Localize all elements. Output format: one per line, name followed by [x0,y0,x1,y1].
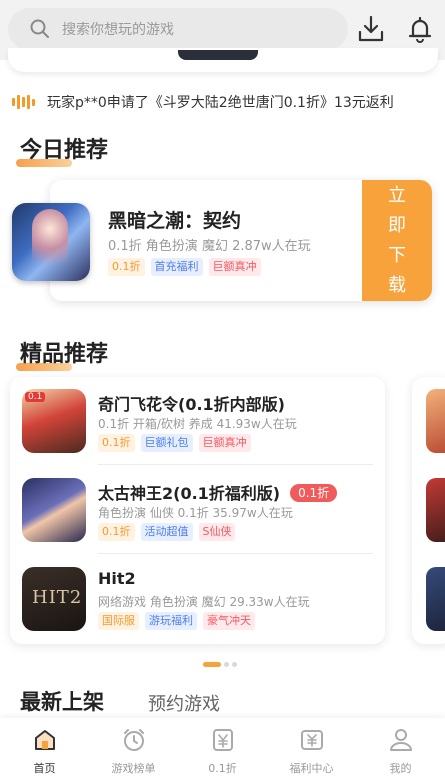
nav-label: 游戏榜单 [111,762,156,775]
game-name: 奇门飞花令(0.1折内部版) [98,395,285,414]
game-tags: 0.1折 巨额礼包 巨额真冲 [98,434,251,452]
nav-item-rankings[interactable]: 游戏榜单 [89,718,178,780]
list-item[interactable]: 0.1 奇门飞花令(0.1折内部版) 0.1折 开箱/砍树 养成 41.93w人… [10,377,385,465]
game-icon: HIT2 [22,567,86,631]
search-placeholder: 搜索你想玩的游戏 [62,22,174,38]
tag: 0.1折 [108,258,145,276]
game-tags: 0.1折 首充福利 巨额真冲 [108,258,261,276]
download-icon[interactable] [354,12,388,46]
game-tags: 国际服 游玩福利 豪气冲天 [98,612,255,630]
banner-carousel[interactable] [8,48,438,72]
nav-item-discount[interactable]: 0.1折 [178,718,267,780]
tag: 巨额真冲 [198,434,251,452]
ticker-text: 玩家p**0申请了《斗罗大陆2绝世唐门0.1折》13元返利 [47,95,394,111]
tab-preorder[interactable]: 预约游戏 [148,690,220,716]
tag: 活动超值 [140,523,193,541]
carousel-indicator [203,662,237,667]
tag: S仙侠 [198,523,236,541]
search-bar[interactable]: 搜索你想玩的游戏 [8,8,348,50]
announcement-ticker[interactable]: 玩家p**0申请了《斗罗大陆2绝世唐门0.1折》13元返利 [12,90,394,114]
tag: 0.1折 [98,434,135,452]
tag: 游玩福利 [145,612,197,630]
alarm-clock-icon [120,726,148,754]
bell-icon[interactable] [403,12,437,46]
today-recommend-title: 今日推荐 [16,132,108,167]
boutique-card: 0.1 奇门飞花令(0.1折内部版) 0.1折 开箱/砍树 养成 41.93w人… [10,377,385,644]
nav-label: 我的 [389,762,412,775]
user-icon [387,726,415,754]
list-item[interactable]: 太古神王2(0.1折福利版) 0.1折 角色扮演 仙侠 0.1折 35.97w人在… [10,466,385,554]
game-icon: 0.1 [22,389,86,453]
search-icon [28,17,52,41]
sound-bars-icon [12,95,35,109]
game-name: 黑暗之潮：契约 [108,210,242,232]
tag: 巨额真冲 [208,258,261,276]
game-meta: 0.1折 角色扮演 魔幻 2.87w人在玩 [108,239,311,254]
bottom-nav: 首页 游戏榜单 0.1折 福利中心 我的 [0,718,445,780]
tag: 豪气冲天 [203,612,255,630]
game-meta: 角色扮演 仙侠 0.1折 35.97w人在玩 [98,506,293,520]
nav-label: 首页 [33,762,56,775]
download-now-button[interactable]: 立 即 下 载 [362,180,432,301]
nav-label: 0.1折 [208,762,237,775]
game-name: Hit2 [98,569,136,588]
list-item[interactable]: HIT2 Hit2 网络游戏 角色扮演 魔幻 29.33w人在玩 国际服 游玩福… [10,555,385,643]
game-icon [22,478,86,542]
yuan-coin-icon [209,726,237,754]
welfare-icon [298,726,326,754]
game-tags: 0.1折 活动超值 S仙侠 [98,523,236,541]
next-boutique-card[interactable] [412,377,445,644]
nav-label: 福利中心 [289,762,334,775]
today-game-card[interactable]: 黑暗之潮：契约 0.1折 角色扮演 魔幻 2.87w人在玩 0.1折 首充福利 … [50,180,432,301]
discount-badge: 0.1折 [290,484,338,502]
boutique-recommend-title: 精品推荐 [16,336,108,371]
home-icon [31,726,59,754]
game-meta: 0.1折 开箱/砍树 养成 41.93w人在玩 [98,417,297,431]
tag: 巨额礼包 [140,434,193,452]
tab-newest[interactable]: 最新上架 [20,686,104,716]
nav-item-mine[interactable]: 我的 [356,718,445,780]
game-name: 太古神王2(0.1折福利版) 0.1折 [98,480,338,504]
tag: 国际服 [98,612,139,630]
game-icon[interactable] [12,203,90,281]
tag: 0.1折 [98,523,135,541]
tag: 首充福利 [150,258,203,276]
nav-item-home[interactable]: 首页 [0,718,89,780]
game-meta: 网络游戏 角色扮演 魔幻 29.33w人在玩 [98,595,310,609]
nav-item-welfare[interactable]: 福利中心 [267,718,356,780]
